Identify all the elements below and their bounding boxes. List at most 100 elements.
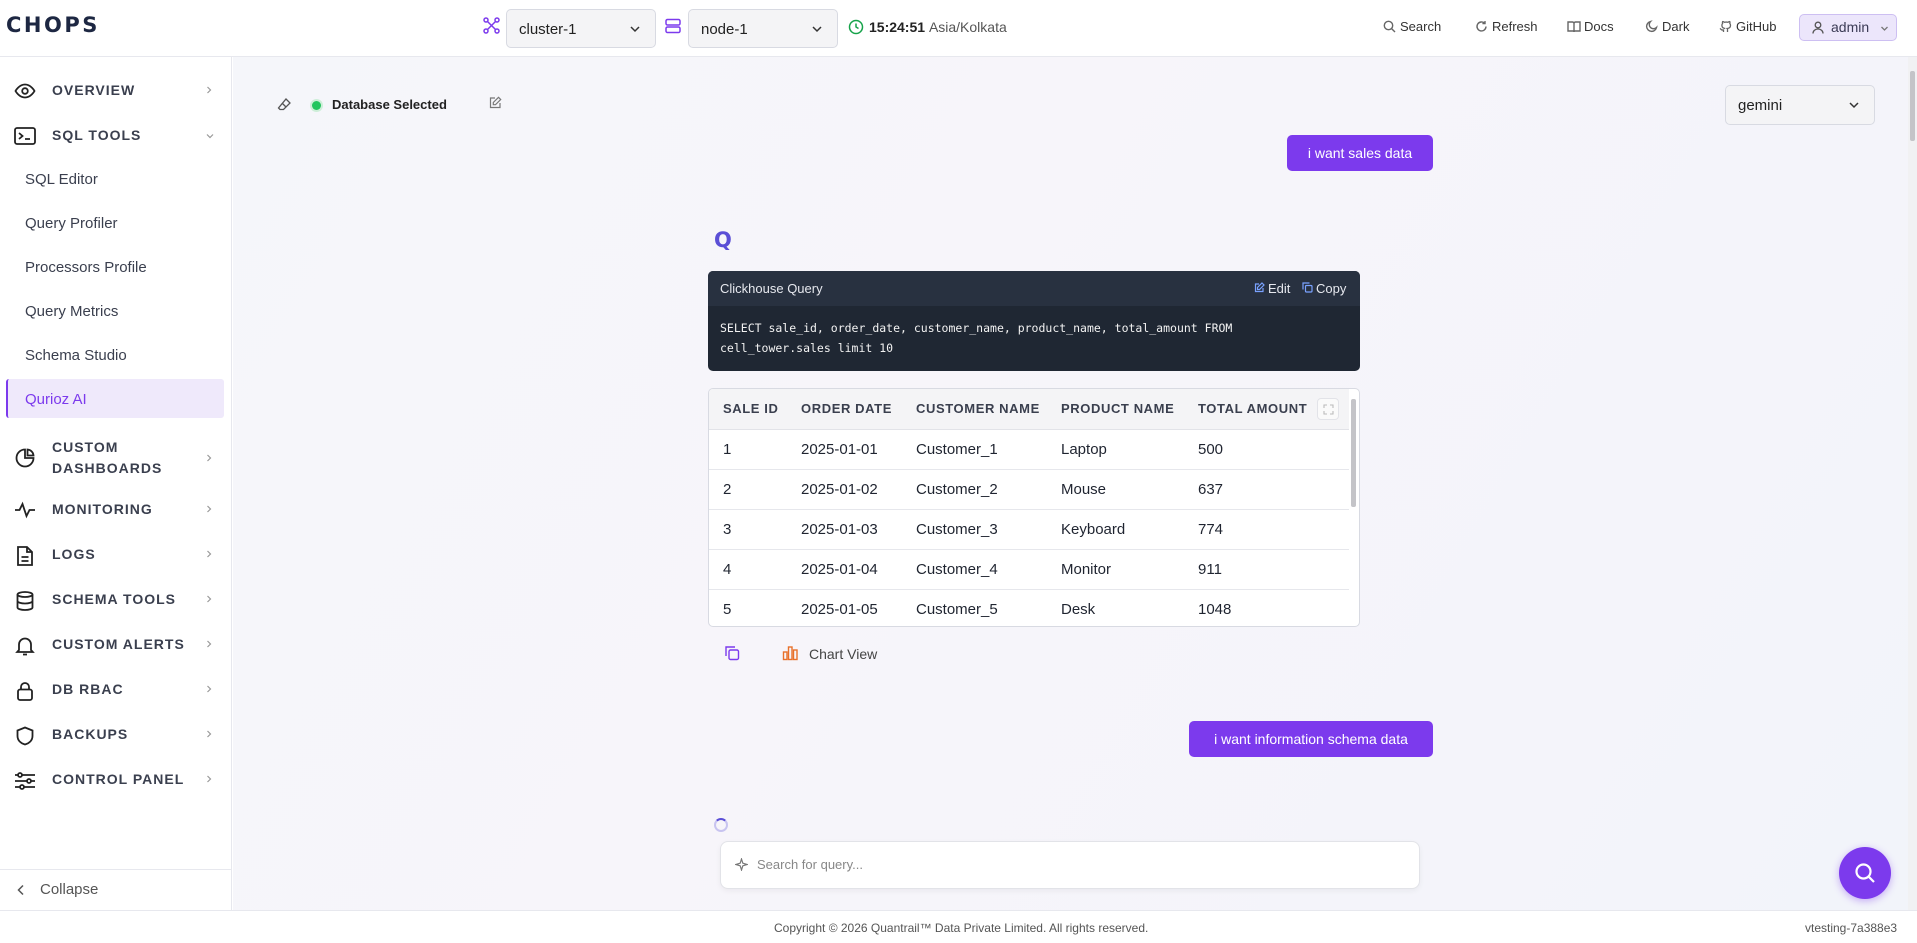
table-cell: Customer_5 xyxy=(902,589,1047,626)
search-fab-button[interactable] xyxy=(1839,847,1891,899)
column-header[interactable]: CUSTOMER NAME xyxy=(902,389,1047,430)
sidebar-item-schema-tools[interactable]: SCHEMA TOOLS xyxy=(0,591,232,611)
theme-toggle[interactable]: Dark xyxy=(1645,19,1690,34)
copy-label: Copy xyxy=(1316,281,1347,296)
search-placeholder: Search for query... xyxy=(757,857,863,872)
sidebar-label: CUSTOM ALERTS xyxy=(52,636,185,652)
query-card: Clickhouse Query Edit Copy SELECT sale_i… xyxy=(708,271,1360,371)
copy-query-button[interactable]: Copy xyxy=(1302,271,1346,306)
user-icon xyxy=(1812,21,1824,34)
sidebar-item-sql-tools[interactable]: SQL TOOLS xyxy=(0,127,232,147)
table-row: 1 2025-01-01 Customer_1 Laptop 500 xyxy=(709,429,1349,470)
chevron-down-icon xyxy=(1880,24,1889,33)
github-icon xyxy=(1719,20,1732,32)
refresh-label: Refresh xyxy=(1492,19,1538,34)
copyright-text: Copyright © 2026 Quantrail™ Data Private… xyxy=(774,921,1149,935)
table-cell: Desk xyxy=(1047,589,1184,626)
cluster-icon xyxy=(483,17,500,34)
column-header[interactable]: SALE ID xyxy=(709,389,787,430)
sidebar-item-custom-dashboards[interactable]: CUSTOM DASHBOARDS xyxy=(0,437,232,479)
sidebar-item-monitoring[interactable]: MONITORING xyxy=(0,501,232,521)
sidebar-item-schema-studio[interactable]: Schema Studio xyxy=(25,347,127,364)
results-table: SALE ID ORDER DATE CUSTOMER NAME PRODUCT… xyxy=(708,388,1360,627)
table-cell: Keyboard xyxy=(1047,509,1184,550)
chart-view-label[interactable]: Chart View xyxy=(809,646,877,662)
app-logo[interactable]: CHOPS xyxy=(6,13,100,37)
sidebar-item-overview[interactable]: OVERVIEW xyxy=(0,82,232,102)
sidebar-item-control-panel[interactable]: CONTROL PANEL xyxy=(0,771,232,791)
sidebar-item-db-rbac[interactable]: DB RBAC xyxy=(0,681,232,701)
maximize-icon xyxy=(1323,404,1334,415)
sidebar-label: LOGS xyxy=(52,546,96,562)
sidebar-item-backups[interactable]: BACKUPS xyxy=(0,726,232,746)
edit-label: Edit xyxy=(1268,281,1291,296)
main-scrollbar-track xyxy=(1908,57,1917,910)
table-cell: 2025-01-05 xyxy=(787,589,902,626)
sidebar-item-query-profiler[interactable]: Query Profiler xyxy=(25,215,118,232)
sidebar-label: CUSTOM DASHBOARDS xyxy=(52,437,162,479)
node-select[interactable]: node-1 xyxy=(688,9,838,48)
cluster-select[interactable]: cluster-1 xyxy=(506,9,656,48)
query-card-header: Clickhouse Query Edit Copy xyxy=(708,271,1360,306)
table-cell: Customer_2 xyxy=(902,469,1047,510)
main-scrollbar-thumb[interactable] xyxy=(1910,71,1915,141)
chevron-right-icon xyxy=(205,639,213,649)
table-cell: Customer_4 xyxy=(902,549,1047,590)
table-cell: Customer_3 xyxy=(902,509,1047,550)
chevron-down-icon xyxy=(205,132,215,140)
sidebar-item-processors-profile[interactable]: Processors Profile xyxy=(25,259,147,276)
edit-query-button[interactable]: Edit xyxy=(1254,271,1290,306)
chevron-right-icon xyxy=(205,774,213,784)
column-header[interactable]: PRODUCT NAME xyxy=(1047,389,1184,430)
terminal-icon xyxy=(14,127,36,145)
clock-display: 15:24:51 Asia/Kolkata xyxy=(869,19,1007,35)
edit-icon[interactable] xyxy=(489,96,502,109)
bell-icon xyxy=(14,636,36,656)
server-icon xyxy=(665,18,681,34)
docs-label: Docs xyxy=(1584,19,1614,34)
table-cell: 3 xyxy=(709,509,787,550)
edit-icon xyxy=(1254,282,1265,293)
query-card-title: Clickhouse Query xyxy=(720,281,823,296)
expand-table-button[interactable] xyxy=(1317,398,1339,420)
eraser-icon[interactable] xyxy=(277,97,292,112)
activity-icon xyxy=(14,501,36,519)
pie-chart-icon xyxy=(14,448,36,468)
search-button[interactable]: Search xyxy=(1383,19,1441,34)
refresh-button[interactable]: Refresh xyxy=(1476,19,1538,34)
chevron-down-icon xyxy=(811,23,823,35)
table-header-row: SALE ID ORDER DATE CUSTOMER NAME PRODUCT… xyxy=(709,389,1349,430)
model-select[interactable]: gemini xyxy=(1725,85,1875,125)
theme-label: Dark xyxy=(1662,19,1690,34)
sidebar-item-logs[interactable]: LOGS xyxy=(0,546,232,566)
refresh-icon xyxy=(1476,21,1487,32)
user-menu-button[interactable]: admin xyxy=(1799,14,1897,41)
chevron-right-icon xyxy=(205,594,213,604)
table-row: 4 2025-01-04 Customer_4 Monitor 911 xyxy=(709,549,1349,590)
table-row: 2 2025-01-02 Customer_2 Mouse 637 xyxy=(709,469,1349,510)
sidebar-item-sql-editor[interactable]: SQL Editor xyxy=(25,171,98,188)
table-cell: 500 xyxy=(1184,429,1349,470)
table-row: 3 2025-01-03 Customer_3 Keyboard 774 xyxy=(709,509,1349,550)
query-search-input[interactable]: Search for query... xyxy=(720,841,1420,889)
model-value: gemini xyxy=(1738,97,1783,114)
docs-link[interactable]: Docs xyxy=(1567,19,1614,34)
github-link[interactable]: GitHub xyxy=(1719,19,1776,34)
search-icon xyxy=(1854,862,1876,884)
user-message: i want sales data xyxy=(1287,135,1433,171)
table-scrollbar[interactable] xyxy=(1351,399,1356,507)
table-cell: 2025-01-04 xyxy=(787,549,902,590)
table-cell: 1048 xyxy=(1184,589,1349,626)
sidebar-item-qurioz-ai[interactable]: Qurioz AI xyxy=(25,391,87,408)
column-header-label: TOTAL AMOUNT xyxy=(1198,401,1308,417)
table-cell: 1 xyxy=(709,429,787,470)
column-header[interactable]: ORDER DATE xyxy=(787,389,902,430)
collapse-sidebar-button[interactable]: Collapse xyxy=(0,869,232,910)
sparkle-icon xyxy=(735,858,748,871)
sidebar-item-custom-alerts[interactable]: CUSTOM ALERTS xyxy=(0,636,232,656)
loading-spinner-icon xyxy=(714,818,728,832)
top-bar: CHOPS cluster-1 node-1 15:24:51 Asia/Kol… xyxy=(0,0,1917,57)
copy-results-button[interactable] xyxy=(724,645,740,661)
sidebar-item-query-metrics[interactable]: Query Metrics xyxy=(25,303,118,320)
chevron-down-icon xyxy=(1848,99,1860,111)
